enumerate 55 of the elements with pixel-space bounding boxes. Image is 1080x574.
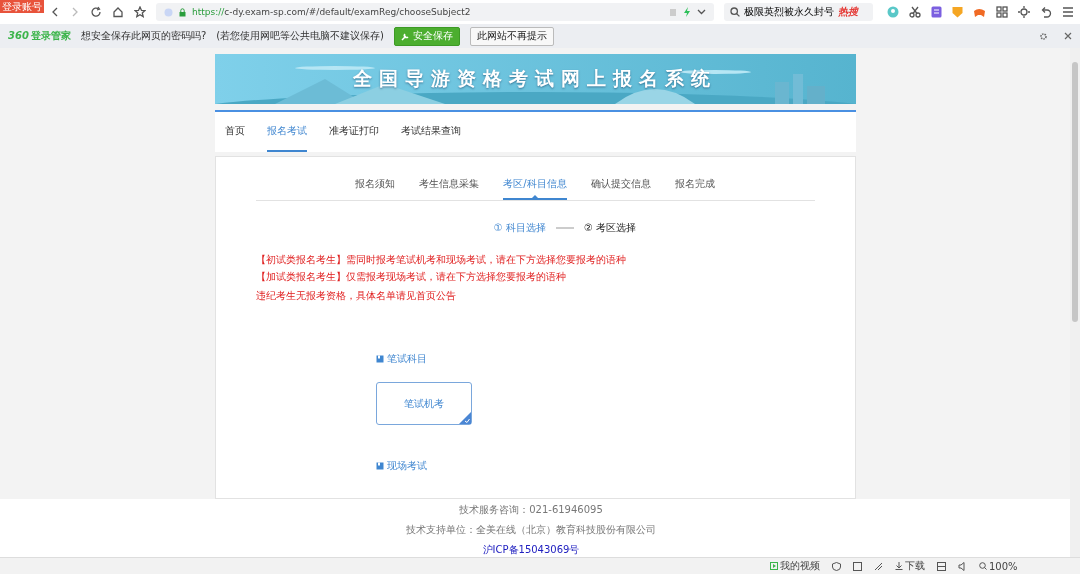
window-icon[interactable] [937, 561, 946, 571]
nav-tab[interactable]: 首页 [224, 112, 245, 152]
download-button[interactable]: 下载 [895, 559, 925, 573]
step-tab[interactable]: 报名完成 [674, 171, 715, 200]
nav-tab[interactable]: 准考证打印 [328, 112, 379, 152]
notice-text: 违纪考生无报考资格，具体名单请见首页公告 [255, 289, 457, 302]
section-title: 笔试科目 [386, 352, 427, 366]
notice-text: 【加试类报名考生】仅需报考现场考试，请在下方选择您要报考的语种 [255, 270, 567, 283]
step-tab[interactable]: 确认提交信息 [590, 171, 651, 200]
notice-text: 【初试类报名考生】需同时报考笔试机考和现场考试，请在下方选择您要报考的语种 [255, 253, 627, 266]
notebook-icon[interactable] [931, 6, 942, 18]
step-tab[interactable]: 报名须知 [355, 171, 396, 200]
sub-step: ② 考区选择 [584, 221, 637, 235]
nav-tab[interactable]: 报名考试 [266, 112, 307, 152]
search-icon [979, 562, 987, 570]
chevron-down-icon[interactable] [696, 9, 706, 15]
check-corner-icon [458, 412, 471, 424]
zoom-button[interactable]: 100% [979, 560, 1018, 572]
play-icon [770, 562, 778, 570]
scissors-icon[interactable] [909, 6, 921, 18]
apps-icon[interactable] [996, 6, 1008, 18]
home-icon[interactable] [112, 6, 124, 18]
save-password-prompt: 想安全保存此网页的密码吗? [80, 29, 207, 43]
search-text: 极限英烈被永久封号 [743, 5, 834, 19]
support-text: 技术支持单位：全美在线（北京）教育科技股份有限公司 [406, 523, 656, 537]
reload-icon[interactable] [90, 6, 102, 18]
speaker-icon[interactable] [958, 561, 967, 571]
book-icon [375, 462, 384, 470]
step-tab[interactable]: 考生信息采集 [419, 171, 480, 200]
dismiss-button[interactable]: 此网站不再提示 [470, 26, 554, 46]
back-icon[interactable] [50, 6, 60, 18]
login-manager-logo: 360 登录管家 [8, 29, 71, 43]
forward-icon [70, 6, 80, 18]
menu-icon[interactable] [1062, 7, 1074, 17]
account-badge[interactable]: 登录账号 [0, 0, 44, 13]
hot-label: 热搜 [837, 5, 858, 19]
search-field[interactable]: 极限英烈被永久封号 热搜 [723, 3, 873, 21]
video-button[interactable]: 我的视频 [770, 559, 820, 573]
undo-icon[interactable] [1040, 6, 1052, 18]
star-icon[interactable] [134, 6, 146, 18]
site-title: 全国导游资格考试网上报名系统 [353, 66, 717, 91]
sub-step: ① 科目选择 [493, 221, 546, 235]
close-icon[interactable] [1064, 32, 1072, 40]
icp-link[interactable]: 沪ICP备15043069号 [482, 543, 580, 557]
wrench-icon [401, 31, 410, 41]
nav-tab[interactable]: 考试结果查询 [400, 112, 461, 152]
hotline-text: 技术服务咨询：021-61946095 [459, 503, 603, 517]
book-icon [375, 355, 384, 363]
step-tab[interactable]: 考区/科目信息 [503, 171, 567, 200]
section-title: 现场考试 [386, 459, 427, 473]
search-icon [729, 7, 740, 17]
subject-option[interactable]: 笔试机考 [375, 382, 472, 425]
save-password-note: (若您使用网吧等公共电脑不建议保存) [216, 29, 384, 43]
lock-icon [179, 7, 186, 17]
download-icon [895, 562, 903, 570]
